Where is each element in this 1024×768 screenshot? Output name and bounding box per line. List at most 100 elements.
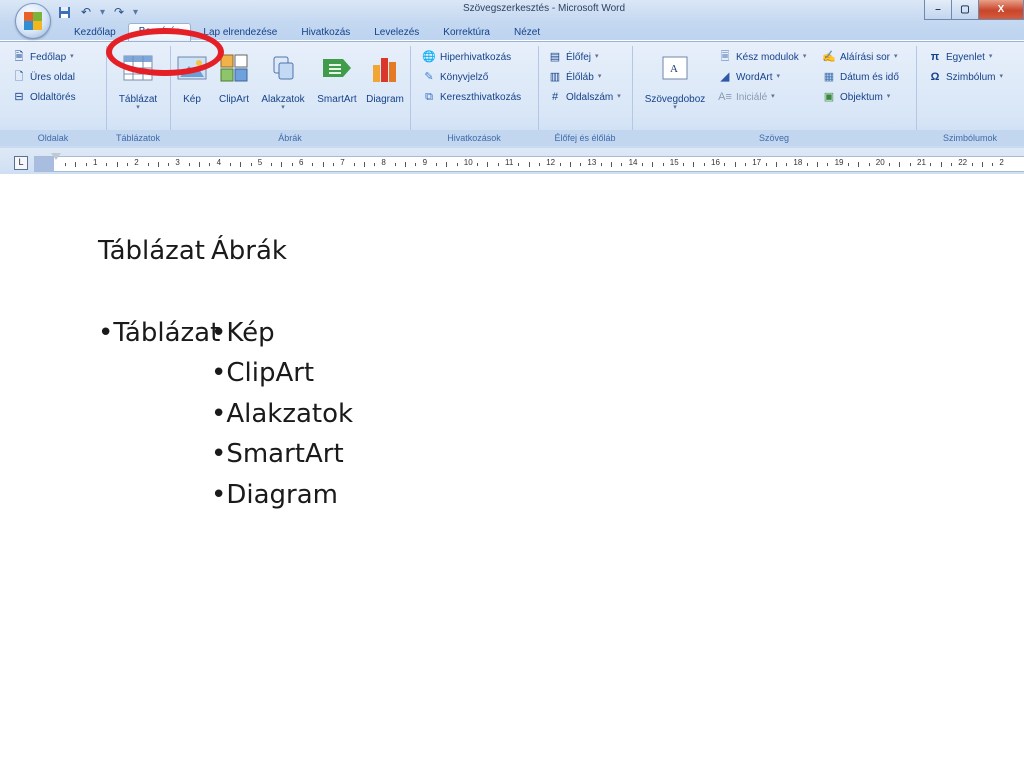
tab-insert[interactable]: Beszúrás	[127, 23, 192, 41]
header-button[interactable]: ▤ Élőfej ▾	[548, 48, 599, 66]
ribbon: 🗎 Fedőlap ▾ 🗋 Üres oldal ⊟ Oldaltörés Ol…	[0, 41, 1024, 149]
hyperlink-label: Hiperhivatkozás	[440, 51, 512, 63]
smartart-button[interactable]: SmartArt	[312, 52, 362, 105]
tab-stop-selector[interactable]: L	[14, 156, 28, 170]
date-time-button[interactable]: ▦ Dátum és idő	[822, 68, 899, 86]
svg-text:A: A	[670, 63, 678, 75]
chevron-down-icon: ▾	[886, 93, 891, 100]
ruler-tick	[538, 163, 540, 166]
blank-page-button[interactable]: 🗋 Üres oldal	[12, 68, 75, 86]
bullet-shapes: •Alakzatok	[211, 399, 354, 429]
group-label-tables: Táblázatok	[106, 130, 170, 146]
group-label-symbols: Szimbólumok	[916, 130, 1024, 146]
signature-line-button[interactable]: ✍ Aláírási sor ▾	[822, 48, 898, 66]
clipart-icon	[218, 52, 250, 84]
ruler-tick	[909, 163, 911, 166]
quick-parts-button[interactable]: 🗏 Kész modulok ▾	[718, 48, 807, 66]
ruler-tick	[611, 162, 612, 167]
picture-button[interactable]: Kép	[174, 52, 210, 105]
ruler-tick	[188, 163, 190, 166]
ruler-number: 14	[628, 158, 638, 167]
picture-icon	[176, 52, 208, 84]
shapes-button[interactable]: Alakzatok ▾	[258, 52, 308, 111]
blank-page-icon: 🗋	[14, 70, 24, 83]
indent-marker-icon[interactable]	[51, 153, 61, 160]
ruler-number: 6	[299, 158, 304, 167]
ruler-number: 9	[422, 158, 428, 167]
tab-view[interactable]: Nézet	[502, 25, 552, 41]
office-logo-icon	[24, 12, 42, 30]
group-symbols: π Egyenlet ▾ Ω Szimbólum ▾ Szimbólumok	[916, 46, 1024, 146]
bullet-clipart: •ClipArt	[211, 358, 315, 388]
ruler-number: 3	[175, 158, 180, 167]
signature-line-label: Aláírási sor	[840, 51, 891, 63]
ruler-tick	[858, 162, 860, 167]
ruler-number: 21	[917, 158, 926, 167]
ribbon-tabs: Kezdőlap Beszúrás Lap elrendezése Hivatk…	[62, 23, 552, 41]
chart-icon	[369, 52, 401, 84]
ruler-tick	[250, 163, 252, 166]
tab-mailings[interactable]: Levelezés	[362, 25, 431, 41]
tab-review[interactable]: Korrektúra	[431, 25, 502, 41]
table-button[interactable]: Táblázat ▾	[113, 52, 163, 111]
tab-home[interactable]: Kezdőlap	[62, 25, 128, 41]
equation-button[interactable]: π Egyenlet ▾	[928, 48, 993, 66]
bullet-table: •Táblázat	[98, 318, 221, 348]
ruler-tick	[116, 162, 118, 167]
chart-button[interactable]: Diagram	[362, 52, 408, 105]
hyperlink-button[interactable]: 🌐 Hiperhivatkozás	[422, 48, 511, 66]
ruler-number: 2	[134, 158, 139, 167]
cross-reference-button[interactable]: ⧉ Kereszthivatkozás	[422, 88, 521, 106]
ruler-number: 18	[793, 158, 803, 167]
ruler-tick	[817, 162, 818, 167]
ruler-number: 7	[340, 158, 345, 167]
ruler-tick	[703, 163, 705, 166]
minimize-button[interactable]: –	[924, 0, 952, 20]
ruler-number: 4	[216, 158, 222, 167]
object-label: Objektum	[840, 91, 883, 103]
ruler-bar: L 1 2 3 4 5 6 7 8 9 10 11 12 13 14 15 16 17 18 19 20 21 22 2	[0, 148, 1024, 174]
symbol-button[interactable]: Ω Szimbólum ▾	[928, 68, 1003, 86]
horizontal-ruler[interactable]: 1 2 3 4 5 6 7 8 9 10 11 12 13 14 15 16 17 18 19 20 21 22 2	[34, 153, 1024, 172]
object-button[interactable]: ▣ Objektum ▾	[822, 88, 891, 106]
wordart-button[interactable]: ◢ WordArt ▾	[718, 68, 780, 86]
group-label-pages: Oldalak	[0, 130, 106, 146]
ruler-tick	[157, 162, 159, 167]
ruler-number: 8	[381, 158, 386, 167]
ruler-tick	[209, 163, 211, 166]
header-icon: ▤	[549, 50, 561, 63]
bullet-chart: •Diagram	[211, 480, 338, 510]
maximize-button[interactable]: ▢	[951, 0, 979, 20]
ruler-tick	[456, 163, 458, 166]
chevron-down-icon: ▾	[281, 104, 285, 111]
ruler-tick	[312, 163, 314, 166]
ruler-number: 22	[958, 158, 968, 167]
ruler-number: 20	[875, 158, 885, 167]
chevron-down-icon: ▾	[894, 53, 898, 60]
heading-tables: Táblázat	[98, 236, 205, 266]
page-number-button[interactable]: # Oldalszám ▾	[548, 88, 621, 106]
ruler-tick	[65, 163, 67, 166]
ruler-tick	[662, 163, 664, 166]
bookmark-button[interactable]: ✎ Könyvjelző	[422, 68, 488, 86]
ruler-tick	[559, 163, 561, 166]
ruler-tick	[765, 163, 767, 166]
footer-button[interactable]: ▥ Élőláb ▾	[548, 68, 602, 86]
tab-page-layout[interactable]: Lap elrendezése	[191, 25, 289, 41]
tab-references[interactable]: Hivatkozás	[289, 25, 362, 41]
clipart-button[interactable]: ClipArt	[214, 52, 254, 105]
textbox-button[interactable]: A Szövegdoboz ▾	[640, 52, 710, 111]
omega-icon: Ω	[930, 70, 940, 83]
ruler-tick	[446, 162, 448, 167]
calendar-icon: ▦	[823, 70, 835, 83]
close-button[interactable]: X	[978, 0, 1024, 20]
title-bar: ↶ ▾ ↷ ▾ Szövegszerkesztés - Microsoft Wo…	[0, 0, 1024, 41]
page-break-button[interactable]: ⊟ Oldaltörés	[12, 88, 75, 106]
group-illustrations: Kép ClipArt Alakzatok ▾ SmartArt Diagram…	[170, 46, 411, 146]
cover-page-button[interactable]: 🗎 Fedőlap ▾	[12, 48, 74, 66]
ruler-tick	[734, 162, 736, 167]
drop-cap-button[interactable]: A≡ Iniciálé ▾	[718, 88, 775, 106]
textbox-icon: A	[659, 52, 691, 84]
ruler-tick	[75, 162, 77, 167]
ruler-number: 11	[505, 158, 514, 167]
